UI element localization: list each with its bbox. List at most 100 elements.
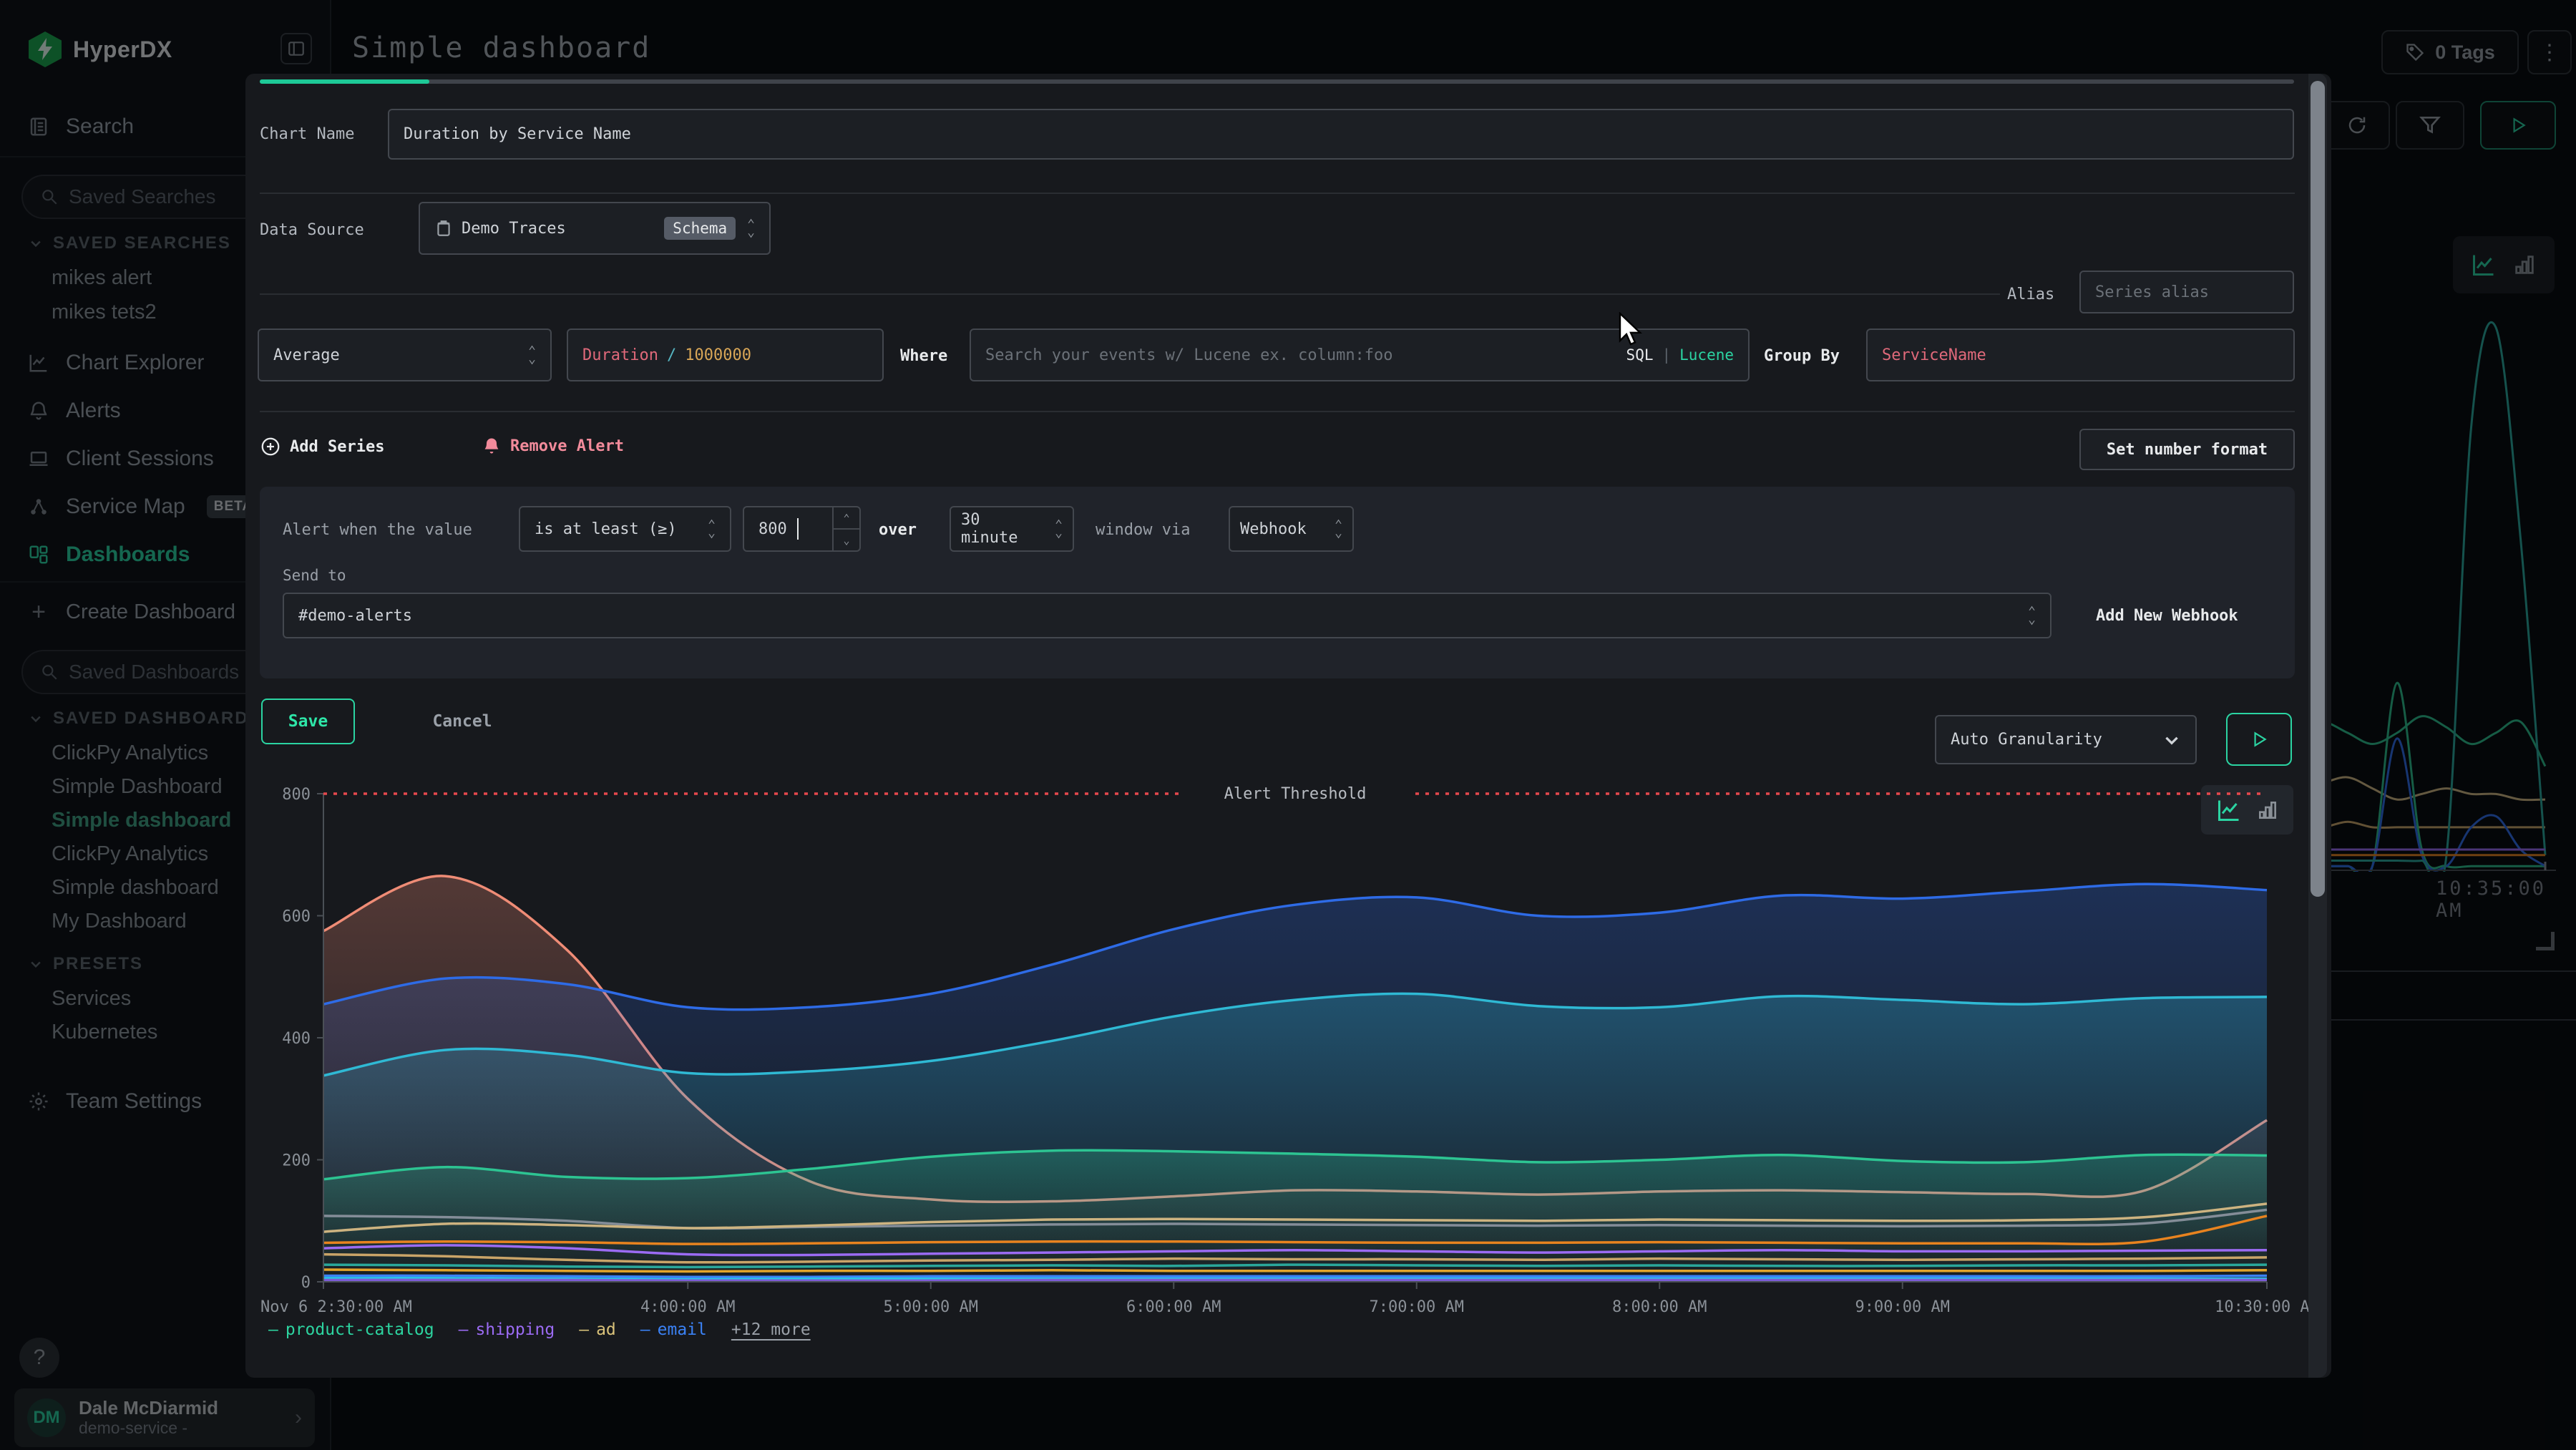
where-label: Where (900, 347, 947, 365)
legend-swatch: — (579, 1320, 589, 1339)
alert-window-value: 30 minute (961, 511, 1046, 547)
add-series-button[interactable]: Add Series (260, 436, 384, 457)
divider (260, 193, 2295, 194)
divider (260, 293, 2000, 295)
alias-input[interactable]: Series alias (2079, 271, 2294, 313)
chart-name-input[interactable]: Duration by Service Name (388, 109, 2294, 160)
alert-threshold-value: 800 (758, 520, 787, 538)
webhook-value: #demo-alerts (298, 607, 412, 625)
threshold-label: Alert Threshold (1224, 785, 1367, 803)
y-tick-label: 200 (282, 1152, 311, 1170)
data-source-value: Demo Traces (462, 220, 566, 238)
lucene-toggle[interactable]: Lucene (1679, 346, 1734, 364)
granularity-select[interactable]: Auto Granularity (1935, 715, 2197, 764)
legend-label: product-catalog (286, 1320, 434, 1339)
chevron-up-down-icon: ⌃⌄ (528, 347, 536, 363)
aggregation-select[interactable]: Average ⌃⌄ (258, 329, 552, 381)
scrollbar-thumb[interactable] (2311, 81, 2325, 897)
alert-window-select[interactable]: 30 minute ⌃⌄ (950, 506, 1074, 552)
run-chart-button[interactable] (2226, 713, 2292, 766)
group-by-input[interactable]: ServiceName (1866, 329, 2295, 381)
y-tick-label: 800 (282, 786, 311, 804)
x-tick-label: 4:00:00 AM (640, 1298, 735, 1316)
add-series-label: Add Series (290, 438, 384, 456)
chevron-up-down-icon: ⌃⌄ (708, 521, 716, 537)
series-line[interactable] (323, 1270, 2267, 1272)
y-tick-label: 0 (301, 1274, 311, 1292)
aggregation-value: Average (273, 346, 340, 364)
save-button[interactable]: Save (261, 699, 355, 744)
webhook-select[interactable]: #demo-alerts ⌃⌄ (283, 593, 2051, 638)
legend-swatch: — (640, 1320, 650, 1339)
alias-placeholder: Series alias (2095, 283, 2209, 301)
divider (260, 411, 2295, 412)
over-label: over (879, 521, 917, 539)
legend-more-link[interactable]: +12 more (731, 1320, 811, 1339)
legend-item[interactable]: — ad (579, 1320, 616, 1339)
group-by-value: ServiceName (1882, 346, 1986, 364)
x-tick-label: 7:00:00 AM (1370, 1298, 1464, 1316)
add-new-webhook-button[interactable]: Add New Webhook (2096, 607, 2238, 625)
stepper-down-icon[interactable]: ⌄ (834, 528, 859, 550)
granularity-value: Auto Granularity (1951, 731, 2102, 749)
legend-label: ad (596, 1320, 616, 1339)
x-tick-label: 6:00:00 AM (1126, 1298, 1221, 1316)
data-source-select[interactable]: Demo Traces Schema ⌃⌄ (419, 202, 771, 255)
chart-name-value: Duration by Service Name (404, 125, 631, 143)
modal-progress-bar (260, 79, 2294, 84)
mouse-cursor (1614, 312, 1646, 349)
legend-label: shipping (475, 1320, 555, 1339)
x-tick-label: Nov 6 2:30:00 AM (260, 1298, 412, 1316)
legend-swatch: — (268, 1320, 278, 1339)
set-number-format-button[interactable]: Set number format (2079, 429, 2295, 470)
play-icon (2250, 730, 2268, 749)
text-caret (797, 518, 799, 540)
remove-alert-button[interactable]: Remove Alert (482, 436, 624, 456)
chevron-up-down-icon: ⌃⌄ (1055, 521, 1063, 537)
chevron-up-down-icon: ⌃⌄ (1335, 521, 1342, 537)
chevron-up-down-icon: ⌃⌄ (747, 220, 755, 236)
chevron-down-icon (2162, 731, 2181, 749)
chart-name-label: Chart Name (260, 125, 354, 143)
legend-swatch: — (459, 1320, 469, 1339)
edit-chart-modal: Chart Name Duration by Service Name Data… (245, 74, 2331, 1378)
alert-config-panel: Alert when the value is at least (≥) ⌃⌄ … (260, 487, 2295, 678)
legend-label: email (658, 1320, 707, 1339)
legend-item[interactable]: — product-catalog (268, 1320, 434, 1339)
number-stepper[interactable]: ⌃⌄ (832, 507, 859, 550)
x-tick-label: 5:00:00 AM (884, 1298, 978, 1316)
alert-condition-value: is at least (≥) (535, 520, 677, 538)
x-tick-label: 10:30:00 AM (2215, 1298, 2319, 1316)
data-source-label: Data Source (260, 221, 364, 239)
chart-legend: — product-catalog — shipping — ad — email +12 mo… (268, 1320, 811, 1339)
expression-field: Duration (582, 346, 658, 364)
alert-condition-select[interactable]: is at least (≥) ⌃⌄ (519, 506, 731, 552)
chevron-up-down-icon: ⌃⌄ (2028, 608, 2036, 623)
legend-item[interactable]: — shipping (459, 1320, 555, 1339)
send-to-label: Send to (283, 567, 346, 584)
field-expression-input[interactable]: Duration/1000000 (567, 329, 884, 381)
alert-channel-select[interactable]: Webhook ⌃⌄ (1229, 506, 1354, 552)
save-label: Save (288, 712, 328, 731)
legend-item[interactable]: — email (640, 1320, 707, 1339)
y-tick-label: 400 (282, 1030, 311, 1048)
plus-circle-icon (260, 436, 281, 457)
alias-label: Alias (2007, 286, 2054, 303)
y-tick-label: 600 (282, 908, 311, 926)
alert-channel-value: Webhook (1240, 520, 1307, 538)
bell-icon (482, 436, 502, 456)
alert-threshold-input[interactable]: 800 ⌃⌄ (743, 506, 861, 552)
alert-prefix-label: Alert when the value (283, 521, 472, 539)
window-via-label: window via (1096, 521, 1190, 539)
database-icon (434, 219, 453, 238)
group-by-label: Group By (1764, 347, 1840, 365)
where-search-placeholder: Search your events w/ Lucene ex. column:… (985, 346, 1393, 364)
cancel-button[interactable]: Cancel (419, 699, 505, 744)
timeseries-chart[interactable]: 0200400600800Nov 6 2:30:00 AM4:00:00 AM5… (323, 794, 2267, 1282)
series-line[interactable] (323, 1275, 2267, 1277)
x-tick-label: 9:00:00 AM (1855, 1298, 1950, 1316)
modal-scrollbar[interactable] (2308, 74, 2327, 1378)
stepper-up-icon[interactable]: ⌃ (834, 507, 859, 528)
x-tick-label: 8:00:00 AM (1612, 1298, 1707, 1316)
remove-alert-label: Remove Alert (510, 437, 624, 455)
